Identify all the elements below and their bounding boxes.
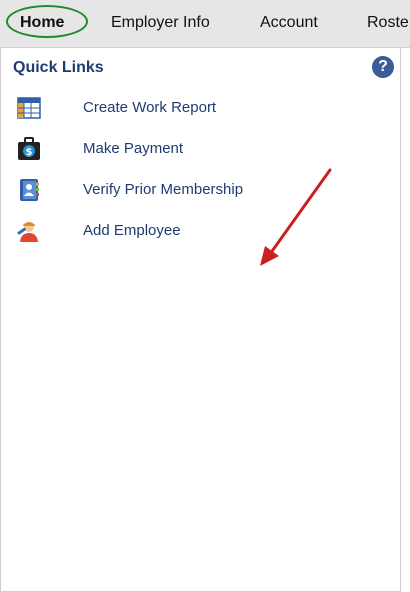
link-make-payment[interactable]: $ Make Payment	[17, 137, 317, 161]
spreadsheet-icon	[17, 97, 41, 119]
address-book-icon	[20, 179, 39, 201]
tab-home[interactable]: Home	[6, 5, 88, 44]
tab-employer-info-label: Employer Info	[111, 14, 210, 31]
tab-account-label: Account	[260, 14, 318, 31]
worker-icon	[17, 222, 38, 242]
top-nav-bar: Home Employer Info Account Roste	[0, 0, 410, 48]
tab-employer-info[interactable]: Employer Info	[111, 14, 210, 32]
tab-roster-label: Roste	[367, 14, 409, 31]
panel-title: Quick Links	[13, 59, 104, 76]
highlight-circle	[6, 5, 88, 38]
link-create-work-report[interactable]: Create Work Report	[17, 96, 317, 120]
tab-roster[interactable]: Roste	[367, 14, 409, 32]
svg-text:$: $	[26, 147, 33, 158]
briefcase-dollar-icon: $	[18, 137, 40, 160]
tab-account[interactable]: Account	[260, 14, 318, 32]
help-icon[interactable]: ?	[372, 56, 394, 78]
link-label: Add Employee	[83, 222, 181, 239]
link-label: Verify Prior Membership	[83, 181, 244, 198]
link-label: Create Work Report	[83, 99, 217, 116]
link-add-employee[interactable]: Add Employee	[17, 219, 317, 243]
quick-links-panel: Quick Links ? Create Work Report $ Make …	[0, 48, 401, 592]
link-label: Make Payment	[83, 140, 184, 157]
link-verify-prior-membership[interactable]: Verify Prior Membership	[17, 178, 317, 202]
